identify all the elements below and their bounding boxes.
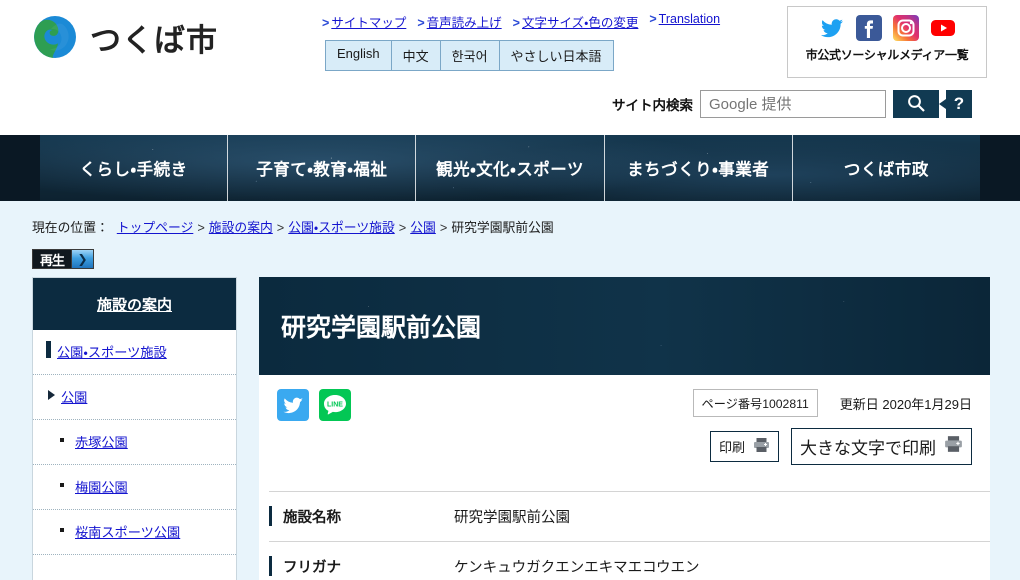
breadcrumb-link-facilities[interactable]: 施設の案内 <box>209 217 273 236</box>
site-header: つくば市 > サイトマップ > 音声読み上げ > 文字サイズ・色の変更 > Transl… <box>0 0 1020 135</box>
site-logo[interactable]: つくば市 <box>32 14 218 60</box>
sidebar-item-akatsuka-park[interactable]: 赤塚公園 <box>33 420 236 465</box>
chevron-right-icon: > <box>649 12 657 26</box>
page-title-text: 研究学園駅前公園 <box>281 314 482 342</box>
search-help-button[interactable]: ? <box>939 90 972 118</box>
row-value: 研究学園駅前公園 <box>454 510 570 526</box>
global-navigation: くらし・手続き 子育て・教育・福祉 観光・文化・スポーツ まちづくり・事業者 つ… <box>0 135 1020 201</box>
nav-item-kosodate[interactable]: 子育て・教育・福祉 <box>228 135 417 201</box>
play-arrow-icon: ❯ <box>71 250 93 268</box>
search-input[interactable] <box>700 90 886 118</box>
svg-text:LINE: LINE <box>327 402 343 409</box>
facebook-icon[interactable] <box>855 15 882 41</box>
breadcrumb-current: 研究学園駅前公園 <box>451 220 554 235</box>
twitter-icon[interactable] <box>819 15 845 41</box>
utility-links: > サイトマップ > 音声読み上げ > 文字サイズ・色の変更 > Translation <box>322 12 720 31</box>
youtube-icon[interactable] <box>930 15 956 41</box>
nav-item-machizukuri[interactable]: まちづくり・事業者 <box>605 135 793 201</box>
nav-item-kurashi[interactable]: くらし・手続き <box>40 135 229 201</box>
breadcrumb-link-park[interactable]: 公園 <box>410 217 436 236</box>
sidebar-item-park-sports[interactable]: 公園・スポーツ施設 <box>33 330 236 375</box>
search-label: サイト内検索 <box>612 98 693 113</box>
print-button-label: 印刷 <box>718 440 745 455</box>
main-content: 研究学園駅前公園 LINE ページ番号1002811 更新日 2020年1月29… <box>259 277 990 580</box>
sidebar-item-label: 桜南スポーツ公園 <box>75 525 181 540</box>
chevron-right-icon: > <box>417 16 425 30</box>
lang-button-chinese[interactable]: 中文 <box>391 41 441 70</box>
sidebar-item-label: 公園・スポーツ施設 <box>57 345 167 360</box>
breadcrumb-separator: > <box>439 220 448 235</box>
facility-table: 施設名称 研究学園駅前公園 フリガナ ケンキュウガクエンエキマエコウエン <box>269 491 990 580</box>
breadcrumb-link-park-sports[interactable]: 公園・スポーツ施設 <box>288 217 394 236</box>
voice-player-label: 再生 <box>33 250 71 268</box>
print-large-button-label: 大きな文字で印刷 <box>800 439 936 458</box>
utility-link-textsize[interactable]: > 文字サイズ・色の変更 <box>513 12 639 31</box>
bullet-icon <box>60 483 64 487</box>
site-search: サイト内検索 ? <box>612 90 972 118</box>
sidebar-item-ounan-sports-park[interactable]: 桜南スポーツ公園 <box>33 510 236 555</box>
tsukuba-swirl-logo-icon <box>32 14 78 60</box>
sidebar: 施設の案内 公園・スポーツ施設 公園 赤塚公園 梅園公園 桜南スポーツ公園 <box>32 277 237 580</box>
breadcrumb: 現在の位置： トップページ > 施設の案内 > 公園・スポーツ施設 > 公園 >… <box>32 217 1020 236</box>
utility-link-sitemap[interactable]: > サイトマップ <box>322 12 406 31</box>
bullet-icon <box>60 528 64 532</box>
global-nav-right-edge <box>980 135 1020 201</box>
sidebar-heading[interactable]: 施設の案内 <box>33 278 236 330</box>
print-large-text-button[interactable]: 大きな文字で印刷 <box>791 428 972 465</box>
language-switcher: English 中文 한국어 やさしい日本語 <box>325 40 614 71</box>
line-share-button[interactable]: LINE <box>319 389 351 421</box>
sidebar-item-label: 梅園公園 <box>75 480 128 495</box>
utility-link-translation[interactable]: > Translation <box>649 12 720 31</box>
page-number-badge: ページ番号1002811 <box>692 389 818 417</box>
lang-button-easy-japanese[interactable]: やさしい日本語 <box>499 41 613 70</box>
sidebar-item-label: 赤塚公園 <box>75 435 128 450</box>
breadcrumb-link-top[interactable]: トップページ <box>117 217 194 236</box>
updated-date: 更新日 2020年1月29日 <box>839 396 972 412</box>
logo-text: つくば市 <box>90 22 218 59</box>
table-row: フリガナ ケンキュウガクエンエキマエコウエン <box>269 541 990 580</box>
article-meta: LINE ページ番号1002811 更新日 2020年1月29日 印刷 大きな文… <box>259 375 990 465</box>
current-marker-icon <box>46 341 51 358</box>
body-columns: 施設の案内 公園・スポーツ施設 公園 赤塚公園 梅園公園 桜南スポーツ公園 研究… <box>0 277 1020 580</box>
printer-icon <box>753 437 770 456</box>
row-label: フリガナ <box>269 556 454 577</box>
print-button[interactable]: 印刷 <box>709 431 779 462</box>
page-title: 研究学園駅前公園 <box>259 277 990 375</box>
breadcrumb-lead: 現在の位置： <box>32 220 109 235</box>
nav-item-kanko[interactable]: 観光・文化・スポーツ <box>416 135 605 201</box>
breadcrumb-band: 現在の位置： トップページ > 施設の案内 > 公園・スポーツ施設 > 公園 >… <box>0 201 1020 269</box>
breadcrumb-separator: > <box>276 220 285 235</box>
chevron-right-icon: > <box>322 16 330 30</box>
table-row: 施設名称 研究学園駅前公園 <box>269 491 990 541</box>
bullet-icon <box>60 438 64 442</box>
social-media-box: 市公式ソーシャルメディア一覧 <box>787 6 987 78</box>
twitter-share-button[interactable] <box>277 389 309 421</box>
nav-item-shisei[interactable]: つくば市政 <box>793 135 980 201</box>
social-icon-list <box>788 7 986 41</box>
sidebar-item-umezono-park[interactable]: 梅園公園 <box>33 465 236 510</box>
sidebar-item-park[interactable]: 公園 <box>33 375 236 420</box>
lang-button-english[interactable]: English <box>326 41 392 70</box>
search-icon <box>906 93 926 116</box>
lang-button-korean[interactable]: 한국어 <box>440 41 500 70</box>
meta-right: ページ番号1002811 更新日 2020年1月29日 印刷 大きな文字で印刷 <box>692 389 972 465</box>
global-nav-left-edge <box>0 135 40 201</box>
printer-icon <box>944 435 963 458</box>
utility-link-voice[interactable]: > 音声読み上げ <box>417 12 501 31</box>
search-button[interactable] <box>893 90 939 118</box>
triangle-marker-icon <box>48 390 55 400</box>
voice-player-button[interactable]: 再生 ❯ <box>32 249 94 269</box>
social-caption[interactable]: 市公式ソーシャルメディア一覧 <box>788 46 986 63</box>
instagram-icon[interactable] <box>892 15 919 41</box>
breadcrumb-separator: > <box>197 220 205 235</box>
page-root: つくば市 > サイトマップ > 音声読み上げ > 文字サイズ・色の変更 > Transl… <box>0 0 1020 580</box>
share-buttons: LINE <box>269 389 351 421</box>
sidebar-item-label: 公園 <box>61 390 88 405</box>
chevron-right-icon: > <box>512 16 520 30</box>
breadcrumb-separator: > <box>398 220 407 235</box>
row-value: ケンキュウガクエンエキマエコウエン <box>454 560 700 576</box>
row-label: 施設名称 <box>269 506 454 527</box>
